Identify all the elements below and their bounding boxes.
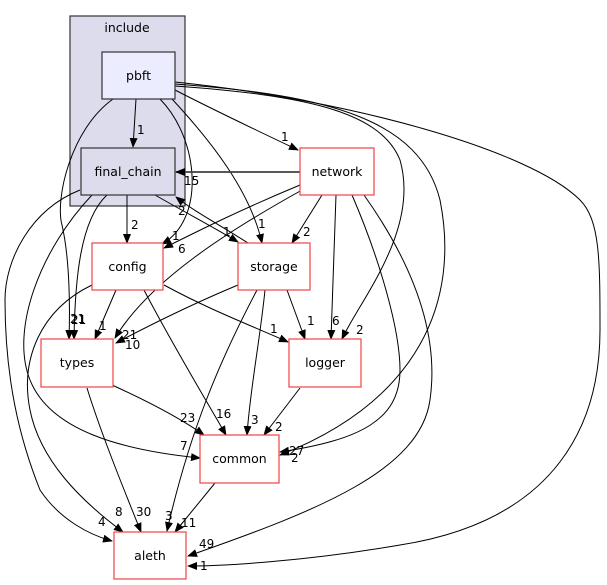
node-logger-label: logger	[305, 355, 346, 370]
edge-label: 30	[136, 505, 151, 519]
node-common[interactable]: common	[199, 434, 280, 484]
edge-label: 1	[99, 319, 107, 333]
node-aleth[interactable]: aleth	[113, 531, 187, 580]
edge-label: 8	[115, 505, 123, 519]
edge-label: 3	[251, 413, 259, 427]
edge-label: 1	[270, 322, 278, 336]
edge-label: 10	[125, 338, 140, 352]
node-types-label: types	[60, 355, 94, 370]
edge-pbft-logger	[174, 85, 405, 340]
cluster-include-label: include	[104, 20, 150, 35]
edge-label: 21	[71, 313, 86, 327]
edge-label: 1	[281, 130, 289, 144]
edge-label: 2	[291, 451, 299, 465]
node-aleth-label: aleth	[134, 548, 166, 563]
edge-label: 2	[303, 225, 311, 239]
node-storage-label: storage	[250, 259, 298, 274]
edge-label: 1	[223, 225, 231, 239]
edge-label: 15	[184, 174, 199, 188]
edge-label: 6	[178, 242, 186, 256]
edge-pbft-aleth	[174, 81, 601, 570]
edge-label: 1	[258, 217, 266, 231]
node-logger[interactable]: logger	[288, 338, 362, 388]
node-network-label: network	[312, 164, 364, 179]
node-config[interactable]: config	[91, 242, 164, 291]
dependency-graph: include 1 1 1 1 21 2 27 1 15 6 2 21 6 2 …	[4, 15, 601, 580]
edge-label: 2	[275, 420, 283, 434]
edge-label: 11	[181, 516, 196, 530]
node-final_chain[interactable]: final_chain	[80, 147, 176, 196]
edge-label: 3	[165, 509, 173, 523]
edge-label: 4	[98, 515, 106, 529]
edge-label: 1	[172, 229, 180, 243]
edge-pbft-network	[174, 89, 299, 151]
edge-label: 1	[200, 559, 208, 573]
edge-label: 23	[180, 411, 195, 425]
edge-label: 6	[332, 314, 340, 328]
node-common-label: common	[212, 451, 266, 466]
node-types[interactable]: types	[40, 338, 114, 388]
edge-label: 1	[307, 314, 315, 328]
node-pbft[interactable]: pbft	[101, 51, 176, 100]
edge-label: 16	[216, 407, 231, 421]
edge-label: 2	[131, 218, 139, 232]
edge-label: 49	[199, 537, 214, 551]
edge-types-common	[111, 384, 205, 436]
edge-storage-final_chain	[175, 196, 249, 244]
node-final_chain-label: final_chain	[94, 164, 161, 179]
node-pbft-label: pbft	[126, 68, 151, 83]
edge-label: 7	[180, 439, 188, 453]
node-network[interactable]: network	[299, 147, 375, 196]
edge-storage-logger	[286, 289, 306, 340]
edge-label: 2	[356, 323, 364, 337]
node-config-label: config	[108, 259, 146, 274]
edge-label: 1	[137, 123, 145, 137]
edge-label: 2	[178, 204, 186, 218]
node-storage[interactable]: storage	[237, 242, 311, 291]
edge-types-aleth	[86, 387, 142, 533]
